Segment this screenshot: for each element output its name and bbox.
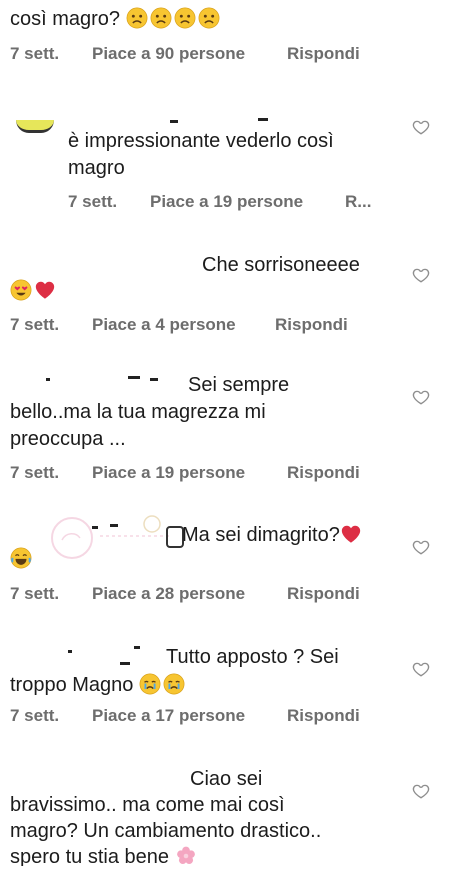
comment-meta: 7 sett. Piace a 19 persone R... [68, 192, 371, 212]
comment-text: magro? Un cambiamento drastico.. [10, 820, 322, 842]
username-fragment [92, 526, 98, 529]
like-heart-icon[interactable] [412, 782, 430, 800]
comment-meta: 7 sett. Piace a 28 persone Rispondi [10, 584, 360, 604]
red-heart-emoji [34, 279, 56, 301]
likes-count-link[interactable]: Piace a 90 persone [92, 44, 245, 64]
username-fragment [46, 378, 50, 381]
like-heart-icon[interactable] [412, 388, 430, 406]
heart-eyes-emoji [10, 279, 32, 301]
avatar[interactable] [16, 120, 54, 133]
reply-button[interactable]: Rispondi [287, 706, 360, 726]
likes-count-link[interactable]: Piace a 19 persone [92, 463, 245, 483]
comment-meta: 7 sett. Piace a 90 persone Rispondi [10, 44, 360, 64]
sad-face-emoji [126, 7, 148, 29]
username-fragment [150, 378, 158, 381]
username-fragment [258, 118, 268, 121]
likes-count-link[interactable]: Piace a 19 persone [150, 192, 303, 212]
username-fragment [68, 650, 72, 653]
username-fragment [128, 376, 140, 379]
red-heart-emoji [340, 523, 362, 545]
like-heart-icon[interactable] [412, 660, 430, 678]
reply-button[interactable]: Rispondi [287, 463, 360, 483]
watermark-logo [51, 515, 170, 559]
comment-emoji-line [10, 546, 34, 573]
comment-text: preoccupa ... [10, 428, 126, 450]
comment-text: Tutto apposto ? Sei [166, 646, 339, 668]
like-heart-icon[interactable] [412, 538, 430, 556]
like-heart-icon[interactable] [412, 118, 430, 136]
comment-meta: 7 sett. Piace a 19 persone Rispondi [10, 463, 360, 483]
likes-count-link[interactable]: Piace a 4 persone [92, 315, 236, 335]
bottom-edge-mask [0, 866, 460, 872]
comment-emoji-line [10, 278, 58, 305]
sad-face-emoji [150, 7, 172, 29]
reply-button[interactable]: Rispondi [287, 584, 360, 604]
reply-button[interactable]: Rispondi [287, 44, 360, 64]
comment-text: bravissimo.. ma come mai così [10, 794, 285, 816]
comment-text: bello..ma la tua magrezza mi [10, 401, 266, 423]
crying-face-emoji [163, 673, 185, 695]
comment-time: 7 sett. [10, 706, 60, 725]
comment-text: così magro? [10, 6, 222, 33]
reply-button[interactable]: Rispondi [275, 315, 348, 335]
comment-text: Che sorrisoneeee [202, 254, 360, 276]
sad-face-emoji [198, 7, 220, 29]
likes-count-link[interactable]: Piace a 28 persone [92, 584, 245, 604]
comment-text: è impressionante vederlo così magro [68, 130, 334, 179]
reply-button[interactable]: R... [345, 192, 371, 212]
comment-time: 7 sett. [10, 463, 60, 482]
sad-face-emoji [174, 7, 196, 29]
comment-meta: 7 sett. Piace a 17 persone Rispondi [10, 706, 360, 726]
tears-of-joy-emoji [10, 547, 32, 569]
crying-face-emoji [139, 673, 161, 695]
comment-text: Ciao sei [190, 768, 263, 790]
comment-time: 7 sett. [68, 192, 118, 211]
comment-text: Ma sei dimagrito? [182, 522, 364, 549]
like-heart-icon[interactable] [412, 266, 430, 284]
username-fragment [120, 662, 130, 665]
comment-time: 7 sett. [10, 44, 60, 63]
username-fragment [110, 524, 118, 527]
comment-time: 7 sett. [10, 584, 60, 603]
likes-count-link[interactable]: Piace a 17 persone [92, 706, 245, 726]
username-fragment [134, 646, 140, 649]
comment-meta: 7 sett. Piace a 4 persone Rispondi [10, 315, 348, 335]
username-fragment [170, 120, 178, 123]
comment-text: Sei sempre [188, 374, 290, 396]
comment-time: 7 sett. [10, 315, 60, 334]
cherry-blossom-emoji [175, 845, 197, 867]
comment-text: troppo Magno [10, 672, 187, 699]
